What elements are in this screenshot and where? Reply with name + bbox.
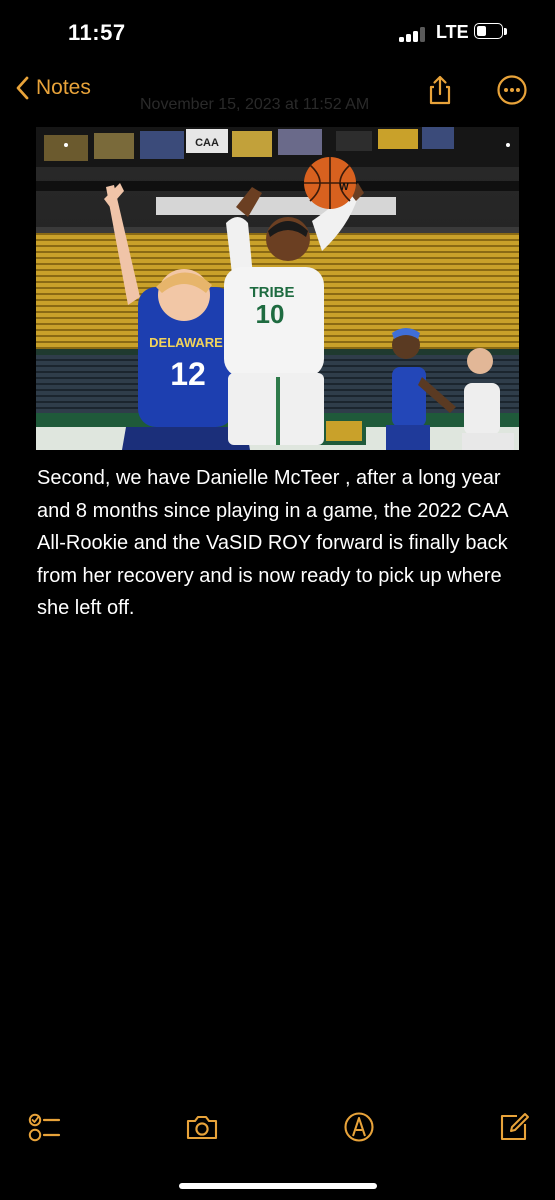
ball-brand: W (339, 182, 349, 193)
camera-icon[interactable] (185, 1111, 219, 1143)
pen-circle-icon[interactable] (342, 1111, 376, 1143)
note-date: November 15, 2023 at 11:52 AM (140, 96, 370, 113)
cellular-signal-icon (399, 26, 429, 42)
note-body[interactable]: Second, we have Danielle McTeer , after … (37, 462, 527, 625)
ellipsis-circle-icon[interactable] (496, 74, 528, 106)
battery-icon (474, 23, 508, 41)
right-jersey-number: 10 (256, 299, 285, 329)
home-indicator[interactable] (179, 1183, 377, 1189)
left-jersey-number: 12 (170, 356, 206, 392)
back-label: Notes (36, 76, 91, 99)
compose-icon[interactable] (497, 1111, 531, 1143)
back-button[interactable]: Notes (16, 76, 91, 100)
share-icon[interactable] (424, 74, 456, 106)
checklist-icon[interactable] (27, 1111, 61, 1143)
status-bar: 11:57 LTE (0, 0, 555, 64)
basketball-photo: CAA DELAWARE 12 TRIBE 10 W (36, 127, 519, 450)
left-jersey-team: DELAWARE (149, 335, 223, 350)
caa-banner-text: CAA (195, 137, 219, 149)
navigation-bar: November 15, 2023 at 11:52 AM Notes (0, 64, 555, 116)
status-time: 11:57 (68, 20, 126, 45)
chevron-left-icon (16, 76, 29, 100)
carrier-label: LTE (436, 22, 469, 42)
